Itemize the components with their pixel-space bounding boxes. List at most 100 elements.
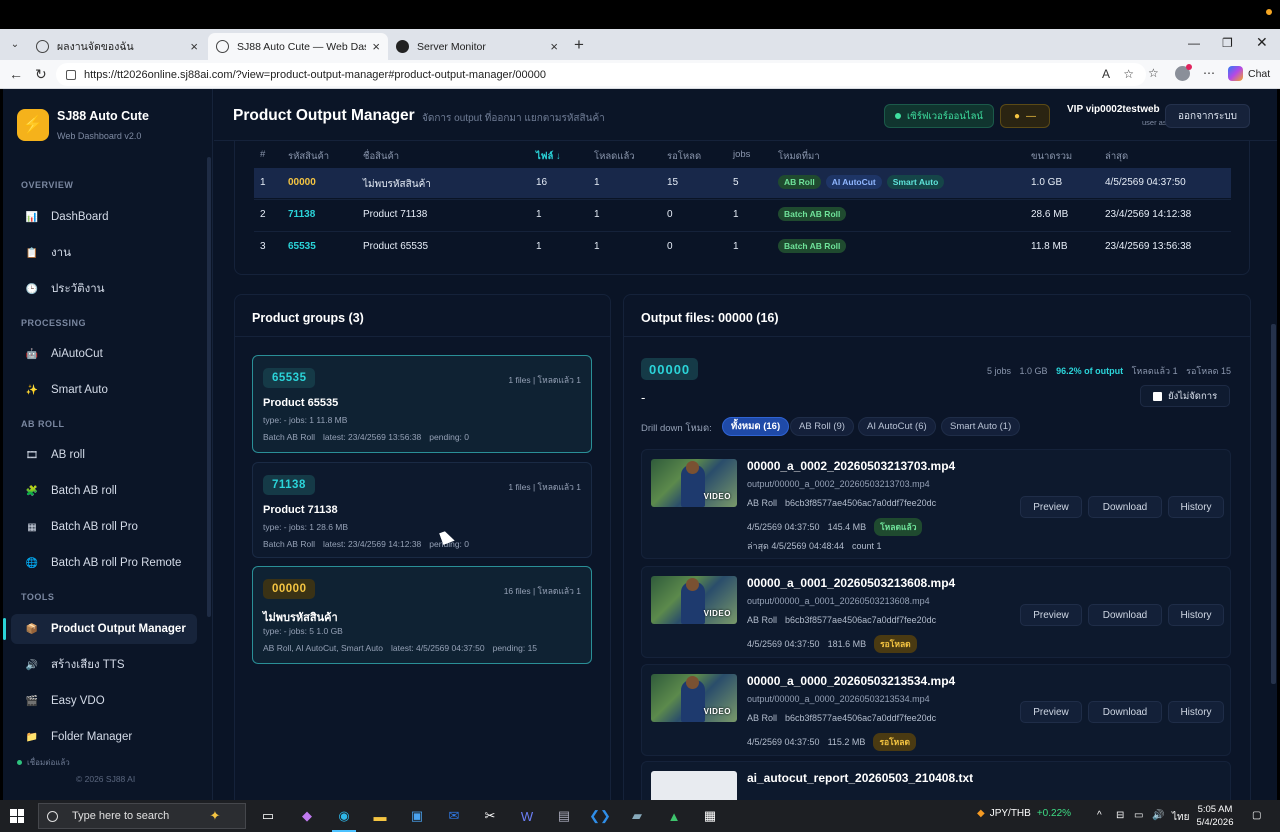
window-close-icon[interactable]: ✕ xyxy=(1256,34,1268,51)
table-header-latest[interactable]: ล่าสุด xyxy=(1105,149,1128,164)
tab-list-dropdown-icon[interactable]: ⌄ xyxy=(6,35,24,53)
favorite-icon[interactable]: ☆ xyxy=(1123,67,1134,81)
row-latest: 23/4/2569 13:56:38 xyxy=(1105,241,1192,252)
capcut-icon[interactable]: ✂ xyxy=(480,806,500,826)
history-button[interactable]: History xyxy=(1168,604,1224,626)
product-group-card[interactable]: 00000 16 files | โหลดแล้ว 1 ไม่พบรหัสสิน… xyxy=(252,566,592,664)
copilot-icon[interactable]: ◆ xyxy=(297,806,317,826)
table-row[interactable]: 3 65535 Product 65535 1 1 0 1 Batch AB R… xyxy=(254,232,1231,262)
content-scrollbar[interactable] xyxy=(1271,324,1276,684)
output-file-row[interactable]: VIDEO 00000_a_0000_20260503213534.mp4 ou… xyxy=(641,664,1231,756)
filter-chip-ai-autocut[interactable]: AI AutoCut (6) xyxy=(858,417,936,436)
sidebar-item-smart-auto[interactable]: ✨ Smart Auto xyxy=(11,375,197,405)
back-icon[interactable]: ← xyxy=(9,66,23,82)
fx-widget[interactable]: ◆ JPY/THB +0.22% xyxy=(977,808,1071,819)
profile-avatar[interactable] xyxy=(1175,64,1192,81)
tab-1[interactable]: ผลงานจัดของฉัน × xyxy=(28,33,206,60)
sidebar-item-batch-ab-roll-pro-remote[interactable]: 🌐 Batch AB roll Pro Remote xyxy=(11,548,197,578)
sidebar-item-aiautocut[interactable]: 🤖 AiAutoCut xyxy=(11,339,197,369)
sidebar-scrollbar[interactable] xyxy=(207,157,211,617)
output-file-row[interactable]: VIDEO 00000_a_0002_20260503213703.mp4 ou… xyxy=(641,449,1231,559)
sidebar-item-history[interactable]: 🕒 ประวัติงาน xyxy=(11,274,197,304)
sidebar-item-dashboard[interactable]: 📊 DashBoard xyxy=(11,202,197,232)
input-language[interactable]: ไทย xyxy=(1172,810,1189,825)
unorganized-toggle[interactable]: ยังไม่จัดการ xyxy=(1140,385,1231,407)
sidebar-item-batch-ab-roll-pro[interactable]: ▦ Batch AB roll Pro xyxy=(11,512,197,542)
download-button[interactable]: Download xyxy=(1088,701,1162,723)
history-button[interactable]: History xyxy=(1168,496,1224,518)
download-button[interactable]: Download xyxy=(1088,604,1162,626)
table-header-jobs[interactable]: jobs xyxy=(733,149,750,160)
sparkle-icon[interactable]: ✦ xyxy=(205,806,225,826)
preview-button[interactable]: Preview xyxy=(1020,496,1082,518)
google-drive-icon[interactable]: ▲ xyxy=(664,806,684,826)
copilot-chat-button[interactable]: Chat xyxy=(1228,66,1270,81)
sidebar-item-jobs[interactable]: 📋 งาน xyxy=(11,238,197,268)
close-icon[interactable]: × xyxy=(190,39,198,54)
table-row[interactable]: 2 71138 Product 71138 1 1 0 1 Batch AB R… xyxy=(254,200,1231,230)
video-thumbnail[interactable]: VIDEO xyxy=(651,459,737,507)
minimize-icon[interactable]: — xyxy=(1188,36,1200,50)
table-header-name[interactable]: ชื่อสินค้า xyxy=(363,149,399,164)
logout-button[interactable]: ออกจากระบบ xyxy=(1165,104,1251,128)
outlook-icon[interactable]: ✉ xyxy=(444,806,464,826)
site-info-icon[interactable] xyxy=(66,69,76,80)
close-icon[interactable]: × xyxy=(550,39,558,54)
network-icon[interactable]: ⊟ xyxy=(1116,810,1124,821)
app-icon[interactable]: ▤ xyxy=(554,806,574,826)
tab-2[interactable]: SJ88 Auto Cute — Web Dashboard × xyxy=(208,33,388,60)
reload-icon[interactable]: ↻ xyxy=(35,66,47,83)
chevron-up-icon[interactable]: ^ xyxy=(1097,810,1102,821)
preview-button[interactable]: Preview xyxy=(1020,701,1082,723)
table-row[interactable]: 1 00000 ไม่พบรหัสสินค้า 16 1 15 5 AB Rol… xyxy=(254,168,1231,198)
sidebar-item-batch-ab-roll[interactable]: 🧩 Batch AB roll xyxy=(11,476,197,506)
windows-start-icon[interactable] xyxy=(10,809,24,823)
table-header-loaded[interactable]: โหลดแล้ว xyxy=(594,149,635,164)
coin-balance[interactable]: ● — xyxy=(1000,104,1050,128)
sidebar-item-tts[interactable]: 🔊 สร้างเสียง TTS xyxy=(11,650,197,680)
read-aloud-icon[interactable]: A xyxy=(1102,67,1110,81)
taskbar-clock[interactable]: 5:05 AM 5/4/2026 xyxy=(1190,803,1240,829)
output-file-row[interactable]: VIDEO 00000_a_0001_20260503213608.mp4 ou… xyxy=(641,566,1231,658)
download-button[interactable]: Download xyxy=(1088,496,1162,518)
product-group-card[interactable]: 65535 1 files | โหลดแล้ว 1 Product 65535… xyxy=(252,355,592,453)
filter-chip-ab-roll[interactable]: AB Roll (9) xyxy=(790,417,854,436)
task-view-icon[interactable]: ▭ xyxy=(258,806,278,826)
table-header-files[interactable]: ไฟล์ ↓ xyxy=(536,149,561,164)
favorites-icon[interactable]: ☆ xyxy=(1148,66,1159,80)
file-explorer-icon[interactable]: ▬ xyxy=(370,806,390,826)
checkbox[interactable] xyxy=(1153,391,1162,401)
notifications-icon[interactable]: ▢ xyxy=(1252,810,1261,821)
close-icon[interactable]: × xyxy=(372,39,380,54)
vscode-icon[interactable]: ❮❯ xyxy=(589,806,611,826)
url-field[interactable]: https://tt2026online.sj88ai.com/?view=pr… xyxy=(56,63,1146,86)
table-header-size[interactable]: ขนาดรวม xyxy=(1031,149,1072,164)
new-tab-icon[interactable]: + xyxy=(574,35,584,55)
filter-chip-all[interactable]: ทั้งหมด (16) xyxy=(722,417,790,436)
preview-button[interactable]: Preview xyxy=(1020,604,1082,626)
video-thumbnail[interactable]: VIDEO xyxy=(651,674,737,722)
store-icon[interactable]: ▣ xyxy=(407,806,427,826)
file-date: 4/5/2569 04:37:50 xyxy=(747,737,820,747)
history-button[interactable]: History xyxy=(1168,701,1224,723)
filter-chip-smart-auto[interactable]: Smart Auto (1) xyxy=(941,417,1021,436)
tab-3[interactable]: Server Monitor × xyxy=(388,33,566,60)
sidebar-item-product-output-manager[interactable]: 📦 Product Output Manager xyxy=(3,614,197,644)
table-header-code[interactable]: รหัสสินค้า xyxy=(288,149,329,164)
sidebar-item-ab-roll[interactable]: 🎞 AB roll xyxy=(11,440,197,470)
table-header-pending[interactable]: รอโหลด xyxy=(667,149,701,164)
sidebar-item-easy-vdo[interactable]: 🎬 Easy VDO xyxy=(11,686,197,716)
product-group-card[interactable]: 71138 1 files | โหลดแล้ว 1 Product 71138… xyxy=(252,462,592,558)
app-icon[interactable]: ▰ xyxy=(627,806,647,826)
volume-icon[interactable]: 🔊 xyxy=(1152,810,1164,821)
app-icon[interactable]: W xyxy=(517,806,537,826)
more-icon[interactable]: ⋯ xyxy=(1203,66,1215,80)
sidebar-item-folder-manager[interactable]: 📁 Folder Manager xyxy=(11,722,197,752)
maximize-icon[interactable]: ❐ xyxy=(1222,36,1233,50)
output-file-row[interactable]: ai_autocut_report_20260503_210408.txt xyxy=(641,761,1231,800)
document-thumbnail[interactable] xyxy=(651,771,737,800)
video-thumbnail[interactable]: VIDEO xyxy=(651,576,737,624)
app-icon[interactable]: ▦ xyxy=(700,806,720,826)
edge-browser-icon[interactable]: ◉ xyxy=(334,806,354,826)
display-icon[interactable]: ▭ xyxy=(1134,810,1143,821)
